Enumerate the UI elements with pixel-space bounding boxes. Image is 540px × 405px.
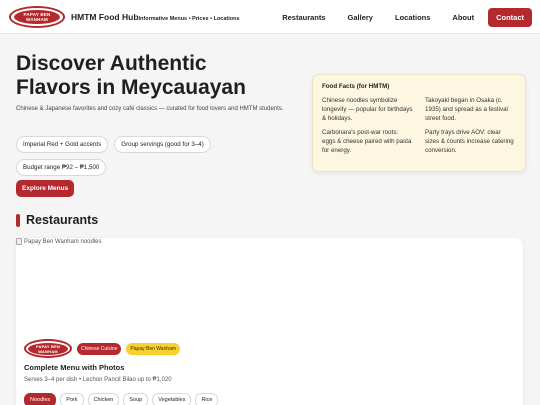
top-nav: PAPAY BEN WANHAM HMTM Food HubInformativ… (0, 0, 540, 34)
explore-menus-button[interactable]: Explore Menus (16, 180, 75, 197)
brand-name[interactable]: HMTM Food HubInformative Menus • Prices … (71, 12, 240, 22)
filter-noodles[interactable]: Noodles (24, 393, 57, 405)
filter-vegetables[interactable]: Vegetables (152, 393, 192, 405)
nav-link-restaurants[interactable]: Restaurants (282, 13, 325, 22)
chip-colors: Imperial Red + Gold accents (16, 136, 109, 153)
tag-restaurant-name: Papay Ben Wanham (126, 342, 181, 355)
fact-item: Chinese noodles symbolize longevity — po… (322, 97, 413, 122)
brand-title: HMTM Food Hub (71, 11, 139, 22)
chip-group-servings: Group servings (good for 3–4) (114, 136, 211, 153)
restaurant-image-alt: Papay Ben Wanham noodles (24, 238, 102, 245)
card-subtitle: Serves 3–4 per dish • Lechon Pancit Bila… (24, 377, 172, 383)
hero-title: Discover Authentic Flavors in Meycauayan (16, 52, 316, 100)
restaurant-logo: PAPAY BEN WANHAM (24, 339, 72, 358)
restaurant-image: Papay Ben Wanham noodles (16, 238, 102, 245)
nav-link-gallery[interactable]: Gallery (348, 13, 373, 22)
hero-title-line2: Flavors in Meycauayan (16, 76, 246, 99)
brand-logo[interactable]: PAPAY BEN WANHAM (9, 5, 65, 28)
card-header: PAPAY BEN WANHAM Chinese Cuisine Papay B… (24, 339, 181, 358)
nav-link-locations[interactable]: Locations (395, 13, 430, 22)
contact-button[interactable]: Contact (488, 7, 532, 27)
nav-links: Restaurants Gallery Locations About Cont… (260, 0, 532, 34)
brand-subtitle: Informative Menus • Prices • Locations (138, 15, 240, 22)
food-facts-grid: Chinese noodles symbolize longevity — po… (322, 96, 516, 155)
fact-item: Party trays drive AOV: clear sizes & cou… (425, 129, 514, 154)
food-facts-card: Food Facts (for HMTM) Chinese noodles sy… (312, 74, 526, 172)
hero-description: Chinese & Japanese favorites and cozy ca… (16, 106, 284, 112)
filter-rice[interactable]: Rice (195, 393, 219, 405)
section-accent-bar (16, 214, 20, 227)
tag-cuisine: Chinese Cuisine (77, 342, 122, 355)
restaurant-card: Papay Ben Wanham noodles PAPAY BEN WANHA… (16, 238, 523, 405)
filter-pork[interactable]: Pork (60, 393, 84, 405)
menu-filter-tabs: Noodles Pork Chicken Soup Vegetables Ric… (24, 393, 219, 405)
filter-soup[interactable]: Soup (123, 393, 149, 405)
restaurants-section-title: Restaurants (26, 213, 99, 227)
restaurant-logo-text: PAPAY BEN WANHAM (28, 342, 68, 355)
broken-image-icon (16, 238, 22, 245)
filter-chicken[interactable]: Chicken (87, 393, 120, 405)
nav-link-about[interactable]: About (452, 13, 474, 22)
brand-logo-text: PAPAY BEN WANHAM (14, 9, 60, 24)
fact-item: Takoyaki began in Osaka (c. 1935) and sp… (425, 97, 508, 122)
chip-budget: Budget range ₱92 – ₱1,500 (16, 159, 107, 176)
card-title: Complete Menu with Photos (24, 363, 125, 372)
fact-item: Carbonara's post-war roots: eggs & chees… (322, 129, 412, 154)
food-facts-title: Food Facts (for HMTM) (322, 83, 390, 90)
hero-chips: Imperial Red + Gold accents Group servin… (16, 136, 296, 176)
hero-title-line1: Discover Authentic (16, 52, 207, 75)
